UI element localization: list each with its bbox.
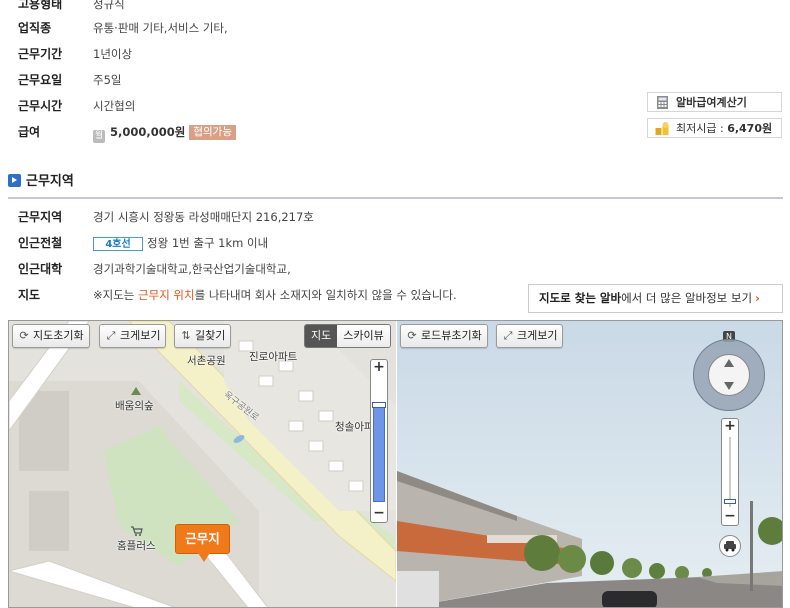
info-label: 업직종 — [18, 21, 52, 35]
zoom-slider-track[interactable] — [373, 404, 385, 502]
roadview-enlarge-button[interactable]: ⤢ 크게보기 — [496, 324, 564, 348]
work-location-marker[interactable]: 근무지 — [175, 524, 230, 562]
info-value: 유통·판매 기타,서비스 기타, — [93, 21, 228, 35]
subway-value: 4호선 정왕 1번 출구 1km 이내 — [93, 233, 268, 253]
coins-icon — [655, 122, 669, 135]
zoom-out-button[interactable]: − — [371, 506, 387, 522]
map-view[interactable]: 서촌공원 진로아파트 배움의숲 옥구공원로 청솔아파 홈플러스 근무지 ⟳ 지도초… — [9, 321, 396, 607]
roadview-zoom-control: + − — [721, 418, 739, 526]
section-bullet-icon — [8, 174, 21, 187]
subway-label: 인근전철 — [18, 236, 63, 250]
zoom-slider-handle[interactable] — [372, 402, 386, 408]
min-wage-text: 최저시급 : 6,470원 — [676, 122, 773, 135]
map-label-apartment-2: 청솔아파 — [335, 421, 374, 433]
map-label: 지도 — [18, 288, 41, 302]
refresh-icon: ⟳ — [407, 329, 417, 342]
pay-label: 급여 — [18, 125, 41, 139]
expand-icon: ⤢ — [503, 329, 513, 342]
map-type-map-button[interactable]: 지도 — [305, 325, 338, 347]
route-arrows-icon: ⇅ — [181, 329, 191, 342]
map-label-park: 서촌공원 — [187, 355, 226, 367]
address-value: 경기 시흥시 정왕동 라성매매단지 216,217호 — [93, 210, 314, 224]
info-value: 정규직 — [93, 0, 125, 11]
min-wage-box: 최저시급 : 6,470원 — [647, 118, 782, 138]
map-note-highlight: 근무지 위치 — [138, 288, 195, 302]
expand-icon: ⤢ — [106, 329, 116, 342]
map-note: ※지도는 근무지 위치를 나타내며 회사 소재지와 일치하지 않을 수 있습니다… — [93, 288, 457, 302]
negotiable-badge: 협의가능 — [189, 125, 236, 140]
roadview-zoom-in-button[interactable]: + — [722, 419, 738, 435]
map-zoom-control: + − — [370, 359, 388, 523]
map-type-toggle: 지도 스카이뷰 — [304, 324, 391, 348]
pan-down-icon[interactable] — [724, 382, 734, 390]
map-search-link-bold: 지도로 찾는 알바 — [539, 291, 622, 305]
map-enlarge-button[interactable]: ⤢ 크게보기 — [99, 324, 167, 348]
info-label: 근무기간 — [18, 47, 63, 61]
map-label-forest: 배움의숲 — [115, 400, 154, 412]
pay-calculator-button[interactable]: 알바급여계산기 — [647, 92, 782, 112]
address-label: 근무지역 — [18, 210, 63, 224]
map-type-skyview-button[interactable]: 스카이뷰 — [337, 325, 390, 347]
monthly-pay-icon: 월 — [93, 130, 105, 143]
compass-control[interactable]: N — [691, 331, 767, 411]
map-label-mart: 홈플러스 — [117, 540, 156, 552]
info-label: 근무시간 — [18, 99, 63, 113]
calculator-icon — [657, 96, 668, 109]
subway-text: 정왕 1번 출구 1km 이내 — [147, 236, 269, 250]
section-divider — [8, 197, 783, 199]
refresh-icon: ⟳ — [19, 329, 29, 342]
info-value: 1년이상 — [93, 47, 133, 61]
section-title-work-area: 근무지역 — [8, 173, 74, 191]
info-label: 근무요일 — [18, 73, 63, 87]
pan-up-icon[interactable] — [724, 359, 734, 367]
subway-line-badge: 4호선 — [93, 237, 143, 251]
roadview-panel[interactable]: ⟳ 로드뷰초기화 ⤢ 크게보기 N + − — [397, 321, 782, 607]
map-search-link[interactable]: 지도로 찾는 알바에서 더 많은 알바정보 보기 › — [528, 284, 783, 313]
roadview-zoom-handle[interactable] — [724, 499, 736, 504]
map-container: 서촌공원 진로아파트 배움의숲 옥구공원로 청솔아파 홈플러스 근무지 ⟳ 지도초… — [8, 320, 783, 608]
cart-icon — [131, 526, 143, 536]
pay-amount: 5,000,000원 — [110, 125, 186, 139]
university-value: 경기과학기술대학교,한국산업기술대학교, — [93, 262, 291, 276]
car-icon — [724, 541, 736, 552]
route-button[interactable]: ⇅ 길찾기 — [174, 324, 232, 348]
map-search-link-text: 에서 더 많은 알바정보 보기 — [621, 291, 753, 305]
info-value: 주5일 — [93, 73, 122, 87]
car-view-button[interactable] — [719, 535, 741, 557]
university-label: 인근대학 — [18, 262, 63, 276]
info-label: 고용형태 — [18, 0, 63, 11]
map-reset-button[interactable]: ⟳ 지도초기화 — [12, 324, 90, 348]
map-label-apartment: 진로아파트 — [249, 351, 298, 363]
min-wage-value: 6,470원 — [727, 122, 773, 135]
roadview-zoom-track[interactable] — [729, 437, 731, 507]
pay-value: 월 5,000,000원 협의가능 — [93, 122, 236, 143]
roadview-reset-button[interactable]: ⟳ 로드뷰초기화 — [400, 324, 488, 348]
arrow-right-icon: › — [755, 291, 760, 305]
pay-calculator-label: 알바급여계산기 — [676, 96, 747, 109]
zoom-in-button[interactable]: + — [371, 360, 387, 376]
info-value: 시간협의 — [93, 99, 136, 113]
roadview-zoom-out-button[interactable]: − — [722, 509, 738, 525]
